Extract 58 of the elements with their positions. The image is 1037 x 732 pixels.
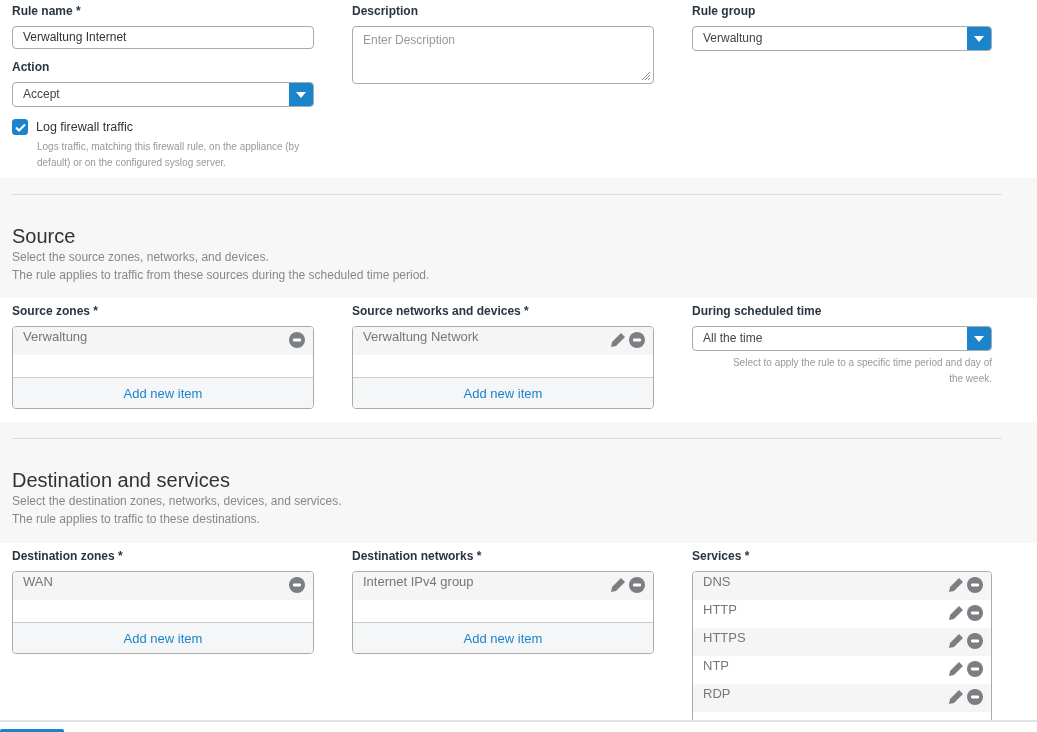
section-title: Source	[12, 224, 77, 248]
section-description: Select the source zones, networks, and devices.	[12, 249, 270, 266]
remove-icon[interactable]	[289, 332, 305, 348]
dropdown[interactable]: Verwaltung	[692, 26, 992, 51]
remove-icon[interactable]	[629, 332, 645, 348]
add-item-button[interactable]: Add new item	[13, 378, 313, 408]
add-item-button[interactable]: Add new item	[353, 378, 653, 408]
remove-icon[interactable]	[967, 605, 983, 621]
field-label: Rule group	[692, 4, 757, 18]
field-hint: Select to apply the rule to a specific time period and day of the week.	[731, 356, 992, 386]
field-label: During scheduled time	[692, 304, 823, 318]
section-description: The rule applies to traffic to these destinations.	[12, 511, 261, 528]
field-label: Rule name *	[12, 4, 82, 18]
remove-icon[interactable]	[289, 577, 305, 593]
add-item-button[interactable]: Add new item	[353, 623, 653, 653]
field-label: Description	[352, 4, 419, 18]
pencil-icon[interactable]	[610, 577, 626, 593]
pencil-icon[interactable]	[948, 689, 964, 705]
item-text: HTTP	[703, 601, 738, 619]
description-field[interactable]: Enter Description	[352, 26, 654, 84]
pencil-icon[interactable]	[948, 577, 964, 593]
text-field[interactable]: Verwaltung Internet	[12, 26, 314, 49]
caret-icon	[974, 35, 984, 42]
checkbox-label: Log firewall traffic	[36, 120, 134, 134]
item-text: Verwaltung Network	[363, 328, 480, 346]
caret-icon	[296, 91, 306, 98]
resize-grip-icon[interactable]	[641, 71, 651, 81]
pencil-icon[interactable]	[948, 633, 964, 649]
section-title: Destination and services	[12, 468, 231, 492]
section-description: The rule applies to traffic from these sources during the scheduled time period.	[12, 267, 431, 284]
remove-icon[interactable]	[967, 689, 983, 705]
item-text: Verwaltung	[23, 328, 89, 346]
item-text: NTP	[703, 657, 730, 675]
field-label: Services *	[692, 549, 751, 563]
pencil-icon[interactable]	[948, 661, 964, 677]
item-text: Internet IPv4 group	[363, 573, 475, 591]
pencil-icon[interactable]	[948, 605, 964, 621]
item-text: DNS	[703, 573, 732, 591]
remove-icon[interactable]	[967, 633, 983, 649]
item-text: RDP	[703, 685, 732, 703]
field-label: Action	[12, 60, 51, 74]
caret-icon	[974, 335, 984, 342]
field-label: Destination zones *	[12, 549, 124, 563]
remove-icon[interactable]	[967, 577, 983, 593]
add-item-button[interactable]: Add new item	[13, 623, 313, 653]
field-hint: Logs traffic, matching this firewall rule, on the appliance (by default) or on the configured syslog server.	[37, 140, 301, 170]
dropdown[interactable]: Accept	[12, 82, 314, 107]
remove-icon[interactable]	[629, 577, 645, 593]
dropdown[interactable]: All the time	[692, 326, 992, 351]
field-label: Source networks and devices *	[352, 304, 530, 318]
item-text: HTTPS	[703, 629, 747, 647]
remove-icon[interactable]	[967, 661, 983, 677]
checkbox[interactable]	[12, 119, 28, 135]
section-description: Select the destination zones, networks, devices, and services.	[12, 493, 343, 510]
field-label: Destination networks *	[352, 549, 483, 563]
item-text: WAN	[23, 573, 54, 591]
pencil-icon[interactable]	[610, 332, 626, 348]
field-label: Source zones *	[12, 304, 100, 318]
